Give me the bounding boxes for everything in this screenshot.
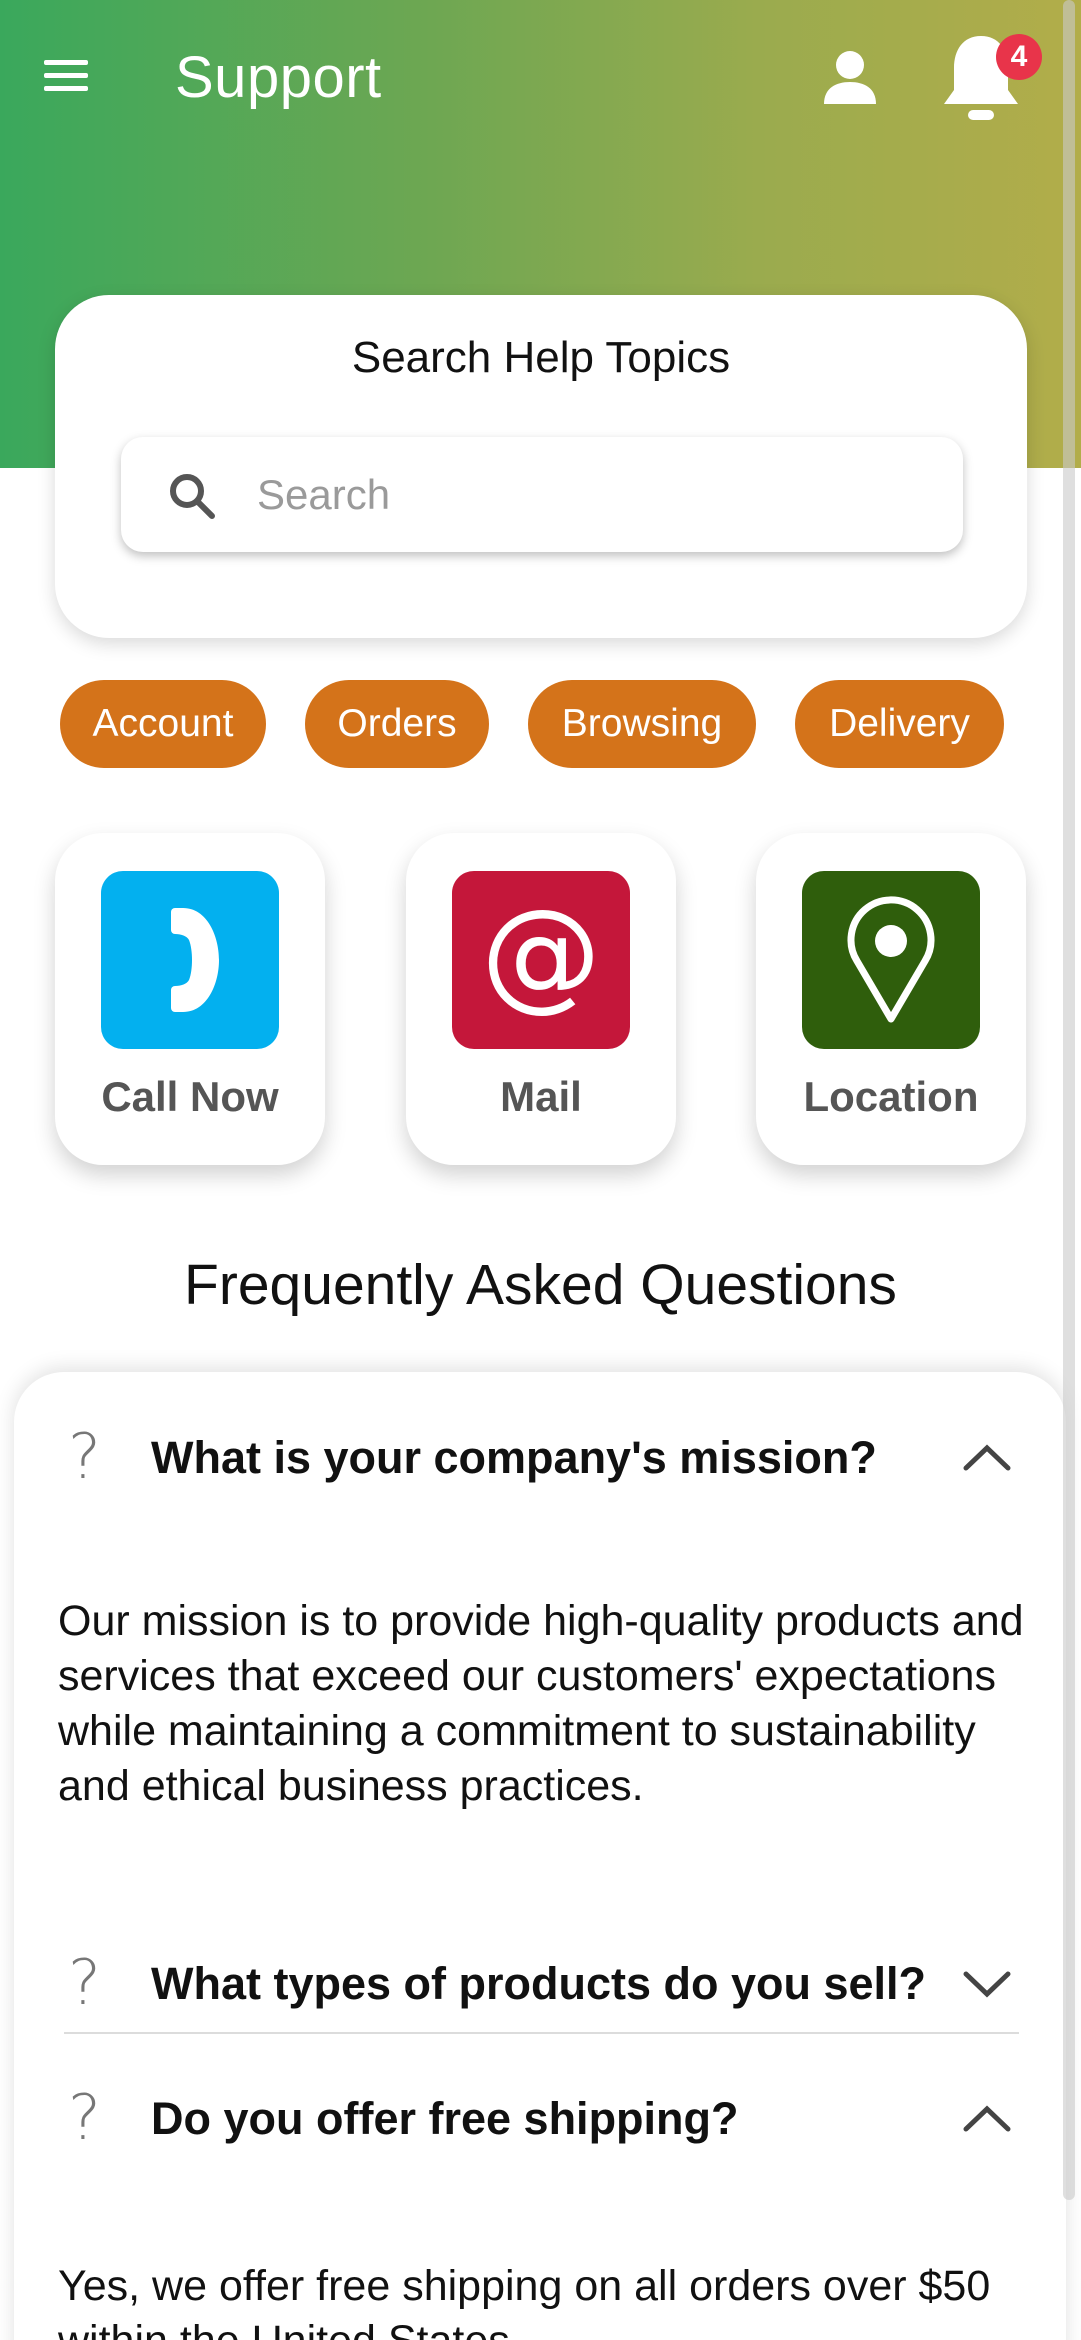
- call-now-label: Call Now: [101, 1073, 279, 1120]
- location-card[interactable]: Location: [756, 833, 1026, 1165]
- search-input[interactable]: [257, 437, 937, 552]
- category-chip-delivery[interactable]: Delivery: [795, 680, 1004, 768]
- phone-icon: [101, 871, 279, 1049]
- at-icon: @: [452, 871, 630, 1049]
- faq-answer-shipping: Yes, we offer free shipping on all order…: [58, 2262, 991, 2340]
- chevron-up-icon[interactable]: [962, 1440, 1012, 1474]
- faq-heading: Frequently Asked Questions: [184, 1253, 897, 1317]
- faq-question-text: What is your company's mission?: [151, 1432, 877, 1483]
- top-app-bar: Support 4: [0, 0, 1081, 160]
- mail-label: Mail: [500, 1073, 582, 1120]
- menu-icon[interactable]: [44, 60, 88, 92]
- location-pin-icon: [802, 871, 980, 1049]
- faq-question-products[interactable]: ? What types of products do you sell?: [14, 1938, 1066, 2038]
- mail-card[interactable]: @ Mail: [406, 833, 676, 1165]
- chevron-down-icon[interactable]: [962, 1966, 1012, 2000]
- user-icon[interactable]: [820, 48, 880, 108]
- category-chip-account[interactable]: Account: [60, 680, 266, 768]
- page-title: Support: [175, 45, 382, 110]
- question-mark-icon: ?: [68, 1420, 101, 1493]
- support-screen: Support 4 Search Help Topics Account Ord…: [0, 0, 1081, 2340]
- faq-question-text: What types of products do you sell?: [151, 1958, 927, 2009]
- faq-question-mission[interactable]: ? What is your company's mission?: [14, 1412, 1066, 1512]
- search-card: Search Help Topics: [55, 295, 1027, 638]
- notification-badge: 4: [996, 34, 1042, 80]
- faq-panel: ? What is your company's mission? Our mi…: [14, 1372, 1066, 2340]
- search-card-title: Search Help Topics: [351, 333, 731, 382]
- faq-answer-mission: Our mission is to provide high-quality p…: [58, 1597, 1024, 1810]
- category-chip-orders[interactable]: Orders: [305, 680, 489, 768]
- search-box[interactable]: [121, 437, 963, 552]
- category-chip-browsing[interactable]: Browsing: [528, 680, 756, 768]
- question-mark-icon: ?: [68, 2081, 101, 2154]
- notifications-button[interactable]: 4: [940, 30, 1042, 130]
- faq-question-text: Do you offer free shipping?: [151, 2093, 739, 2144]
- faq-divider: [64, 2032, 1019, 2034]
- search-icon: [170, 474, 215, 519]
- location-label: Location: [803, 1073, 979, 1120]
- scrollbar[interactable]: [1063, 0, 1075, 2200]
- question-mark-icon: ?: [68, 1946, 101, 2019]
- faq-question-shipping[interactable]: ? Do you offer free shipping?: [14, 2073, 1066, 2173]
- call-now-card[interactable]: Call Now: [55, 833, 325, 1165]
- chevron-up-icon[interactable]: [962, 2101, 1012, 2135]
